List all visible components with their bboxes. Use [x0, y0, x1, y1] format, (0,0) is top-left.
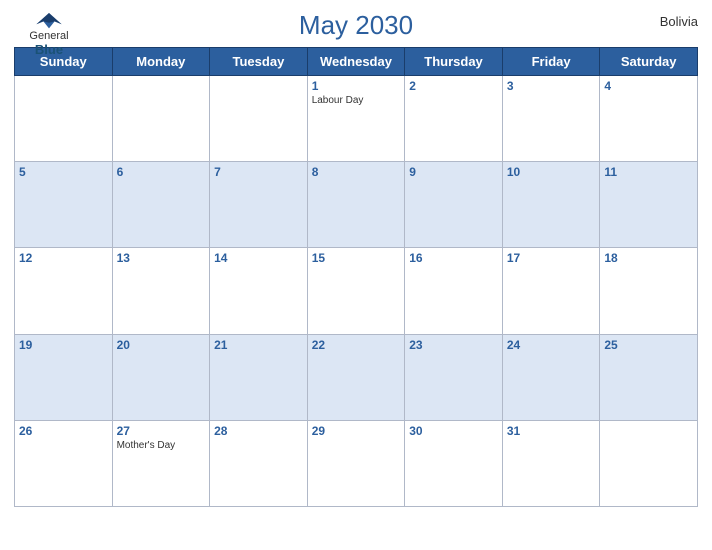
cal-cell: 24: [502, 334, 600, 420]
cal-cell: 1 Labour Day: [307, 76, 405, 162]
day-header-tuesday: Tuesday: [210, 48, 308, 76]
cal-cell: 23: [405, 334, 503, 420]
logo-blue-text: Blue: [35, 42, 63, 57]
date-number: 15: [312, 251, 401, 265]
date-number: 3: [507, 79, 596, 93]
date-number: 1: [312, 79, 401, 93]
date-number: 17: [507, 251, 596, 265]
cal-cell: 14: [210, 248, 308, 334]
day-header-saturday: Saturday: [600, 48, 698, 76]
cal-cell: 4: [600, 76, 698, 162]
date-number: 25: [604, 338, 693, 352]
cal-cell: 17: [502, 248, 600, 334]
cal-cell: 26: [15, 420, 113, 506]
cal-cell: [600, 420, 698, 506]
date-number: 4: [604, 79, 693, 93]
date-number: 30: [409, 424, 498, 438]
date-number: 16: [409, 251, 498, 265]
date-number: 2: [409, 79, 498, 93]
event-label: Mother's Day: [117, 440, 206, 451]
date-number: 10: [507, 165, 596, 179]
calendar-wrapper: General Blue May 2030 Bolivia SundayMond…: [0, 0, 712, 550]
date-number: 13: [117, 251, 206, 265]
week-row-2: 56789 10 11: [15, 162, 698, 248]
cal-cell: 5: [15, 162, 113, 248]
cal-cell: 16: [405, 248, 503, 334]
cal-cell: 8: [307, 162, 405, 248]
cal-cell: 31: [502, 420, 600, 506]
cal-cell: 28: [210, 420, 308, 506]
date-number: 22: [312, 338, 401, 352]
cal-cell: 15: [307, 248, 405, 334]
date-number: 5: [19, 165, 108, 179]
cal-cell: 9: [405, 162, 503, 248]
day-header-thursday: Thursday: [405, 48, 503, 76]
cal-cell: 13: [112, 248, 210, 334]
logo-general-text: General: [29, 30, 68, 42]
date-number: 12: [19, 251, 108, 265]
date-number: 8: [312, 165, 401, 179]
week-row-5: 26 27 Mother's Day 28 29 30 31: [15, 420, 698, 506]
cal-cell: 25: [600, 334, 698, 420]
day-header-wednesday: Wednesday: [307, 48, 405, 76]
logo-bird-icon: [35, 10, 63, 30]
date-number: 11: [604, 165, 693, 179]
cal-cell: 20: [112, 334, 210, 420]
country-label: Bolivia: [660, 14, 698, 29]
week-row-3: 12 13 14 15 16 17 18: [15, 248, 698, 334]
cal-cell: 7: [210, 162, 308, 248]
calendar-table: SundayMondayTuesdayWednesdayThursdayFrid…: [14, 47, 698, 507]
cal-cell: 12: [15, 248, 113, 334]
cal-cell: 29: [307, 420, 405, 506]
cal-cell: [210, 76, 308, 162]
date-number: 28: [214, 424, 303, 438]
cal-cell: [15, 76, 113, 162]
date-number: 7: [214, 165, 303, 179]
calendar-header: General Blue May 2030 Bolivia: [14, 10, 698, 41]
week-row-4: 19 20 21 22 23 24 25: [15, 334, 698, 420]
cal-cell: 22: [307, 334, 405, 420]
date-number: 21: [214, 338, 303, 352]
date-number: 18: [604, 251, 693, 265]
date-number: 31: [507, 424, 596, 438]
cal-cell: 3: [502, 76, 600, 162]
cal-cell: 10: [502, 162, 600, 248]
date-number: 19: [19, 338, 108, 352]
date-number: 26: [19, 424, 108, 438]
date-number: 6: [117, 165, 206, 179]
day-header-friday: Friday: [502, 48, 600, 76]
date-number: 27: [117, 424, 206, 438]
day-header-monday: Monday: [112, 48, 210, 76]
date-number: 20: [117, 338, 206, 352]
cal-cell: 19: [15, 334, 113, 420]
date-number: 9: [409, 165, 498, 179]
cal-cell: 18: [600, 248, 698, 334]
cal-cell: 30: [405, 420, 503, 506]
cal-cell: 2: [405, 76, 503, 162]
month-title: May 2030: [299, 10, 413, 41]
days-header-row: SundayMondayTuesdayWednesdayThursdayFrid…: [15, 48, 698, 76]
cal-cell: [112, 76, 210, 162]
event-label: Labour Day: [312, 95, 401, 106]
cal-cell: 27 Mother's Day: [112, 420, 210, 506]
date-number: 29: [312, 424, 401, 438]
cal-cell: 11: [600, 162, 698, 248]
date-number: 14: [214, 251, 303, 265]
date-number: 24: [507, 338, 596, 352]
date-number: 23: [409, 338, 498, 352]
cal-cell: 21: [210, 334, 308, 420]
week-row-1: 1 Labour Day 234: [15, 76, 698, 162]
cal-cell: 6: [112, 162, 210, 248]
logo: General Blue: [14, 10, 84, 57]
